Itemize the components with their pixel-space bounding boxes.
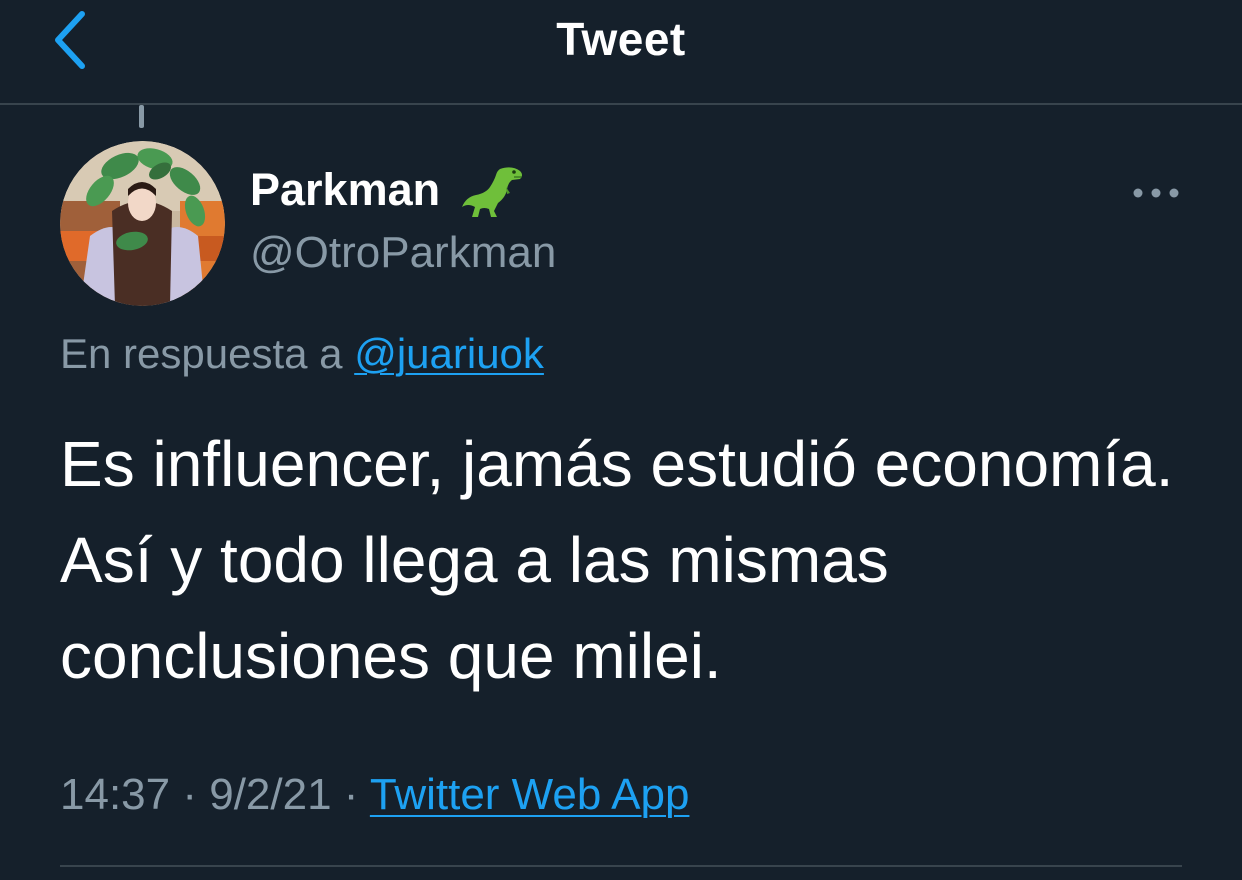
author-display-name[interactable]: Parkman: [250, 164, 440, 216]
reply-context: En respuesta a @juariuok: [60, 330, 544, 378]
avatar-image: [60, 141, 225, 306]
author-handle[interactable]: @OtroParkman: [250, 228, 556, 278]
more-options-button[interactable]: [1128, 176, 1184, 210]
tweet-source-link[interactable]: Twitter Web App: [370, 770, 690, 819]
top-bar: Tweet: [0, 0, 1242, 105]
meta-separator: ·: [331, 770, 370, 819]
tweet-metadata: 14:37 · 9/2/21 · Twitter Web App: [60, 770, 689, 820]
tweet-text-line: Así y todo llega a las mismas: [60, 524, 889, 596]
more-horizontal-icon: [1133, 188, 1179, 198]
page-title: Tweet: [556, 13, 686, 65]
thread-connector-line: [139, 105, 144, 128]
reply-mention-link[interactable]: @juariuok: [354, 330, 544, 377]
divider: [60, 865, 1182, 867]
tweet-text-line: Es influencer, jamás estudió economía.: [60, 428, 1174, 500]
tweet-time: 14:37: [60, 770, 171, 819]
tweet-text: Es influencer, jamás estudió economía. A…: [60, 416, 1210, 704]
tweet-text-line: conclusiones que milei.: [60, 620, 722, 692]
avatar[interactable]: [60, 141, 225, 306]
meta-separator: ·: [170, 770, 210, 819]
tweet-date: 9/2/21: [209, 770, 332, 819]
t-rex-emoji-icon: [462, 167, 522, 217]
reply-prefix: En respuesta a: [60, 330, 355, 377]
